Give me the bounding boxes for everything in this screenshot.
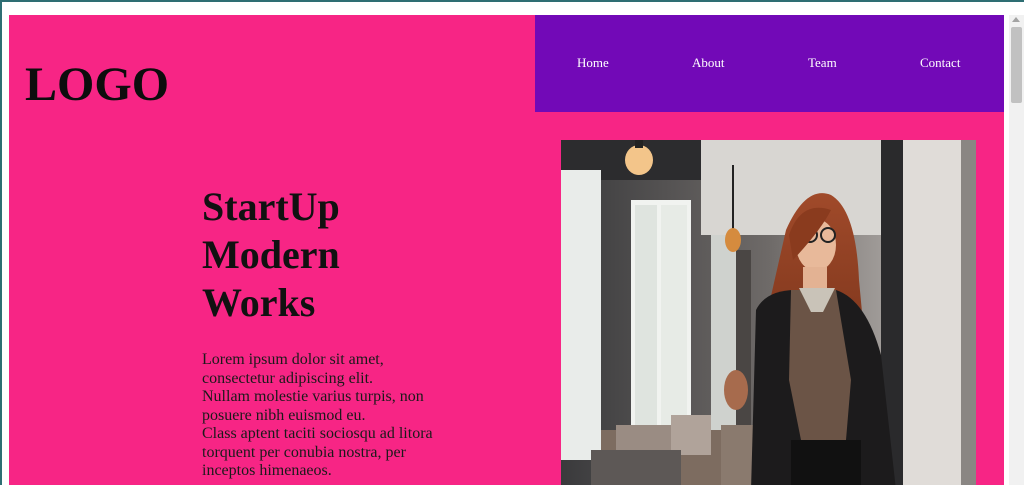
logo[interactable]: LOGO — [25, 57, 169, 112]
hero-title-line: Works — [202, 280, 316, 325]
nav-link-contact[interactable]: Contact — [920, 55, 960, 71]
nav-link-team[interactable]: Team — [808, 55, 837, 71]
main-navigation: Home About Team Contact — [535, 15, 1004, 112]
scrollbar-thumb[interactable] — [1011, 27, 1022, 103]
nav-link-home[interactable]: Home — [577, 55, 609, 71]
scroll-up-arrow-icon[interactable] — [1012, 17, 1020, 22]
hero-title-line: StartUp — [202, 184, 340, 229]
window-top-border — [0, 0, 1024, 2]
hero-description-line: posuere nibh euismod eu. — [202, 406, 366, 424]
page-container: LOGO Home About Team Contact StartUp Mod… — [9, 15, 1004, 485]
hero-description-line: inceptos himenaeos. — [202, 462, 332, 479]
hero-description-line: Nullam molestie varius turpis, non — [202, 388, 424, 405]
hero-photo-illustration — [561, 140, 976, 485]
hero-description-line: consectetur adipiscing elit. — [202, 369, 374, 387]
window-left-border — [0, 0, 2, 485]
vertical-scrollbar[interactable] — [1009, 15, 1024, 485]
hero-title-line: Modern — [202, 232, 340, 277]
hero-title: StartUp Modern Works — [202, 183, 402, 327]
nav-link-about[interactable]: About — [692, 55, 725, 71]
hero-description: Lorem ipsum dolor sit amet, consectetur … — [202, 351, 462, 481]
hero-photo — [561, 140, 976, 485]
hero-description-line: Lorem ipsum dolor sit amet, — [202, 351, 384, 368]
hero-description-line: torquent per conubia nostra, per — [202, 443, 406, 461]
hero-description-line: Class aptent taciti sociosqu ad litora — [202, 425, 433, 442]
